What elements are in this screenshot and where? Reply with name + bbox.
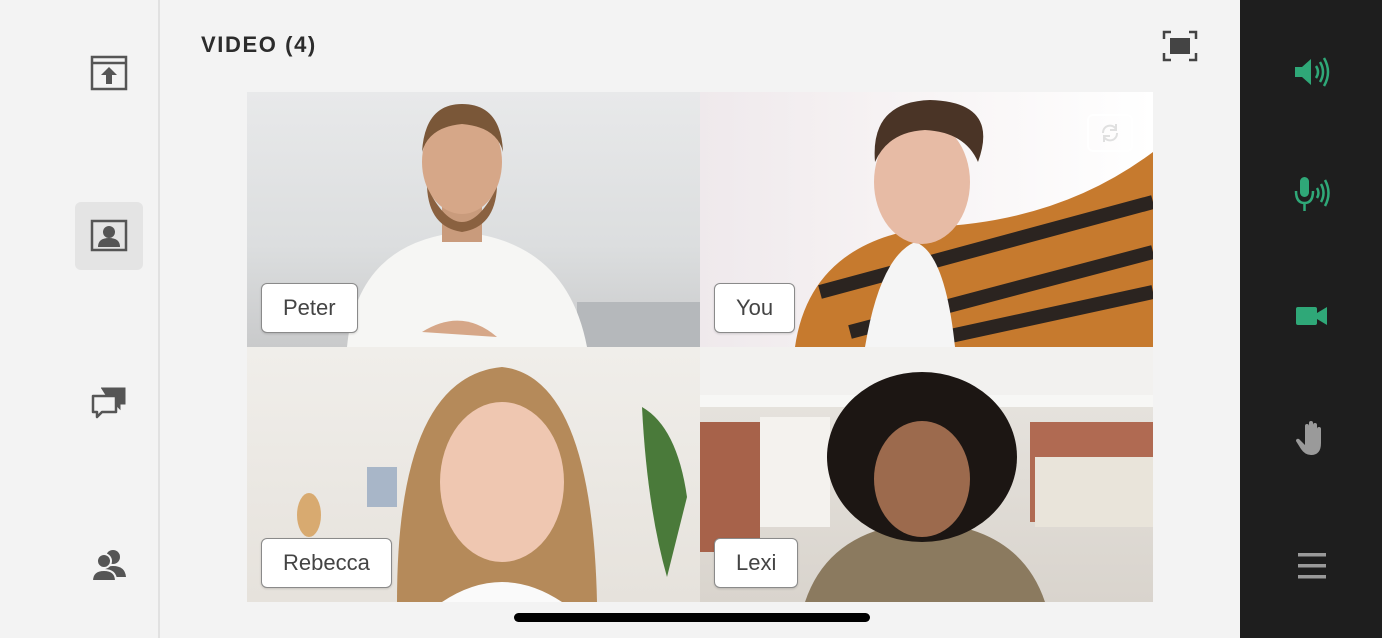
home-indicator [514,613,870,622]
menu-button[interactable] [1284,538,1340,594]
share-upload-icon [90,55,128,91]
video-person-icon [90,219,128,252]
video-view-button[interactable] [75,202,143,270]
camera-icon [1296,307,1327,325]
video-tile-lexi[interactable]: Lexi [700,347,1153,602]
menu-icon [1298,553,1326,579]
page-title: VIDEO (4) [201,32,317,57]
switch-camera-button[interactable] [1087,114,1133,152]
fullscreen-icon [1162,30,1198,62]
video-tile-rebecca[interactable]: Rebecca [247,347,700,602]
attendees-button[interactable] [75,531,143,599]
participant-name-tag: Rebecca [261,538,392,588]
chat-icon [91,387,126,419]
camera-button[interactable] [1284,288,1340,344]
speaker-button[interactable] [1284,44,1340,100]
control-bar [1240,0,1382,638]
participant-name-tag: You [714,283,796,333]
microphone-button[interactable] [1284,166,1340,222]
chat-button[interactable] [75,368,143,436]
switch-camera-icon [1102,124,1118,142]
participant-name-tag: Lexi [714,538,799,588]
participant-name-tag: Peter [261,283,358,333]
video-tile-peter[interactable]: Peter [247,92,700,347]
fullscreen-button[interactable] [1160,27,1200,65]
microphone-icon [1294,177,1330,211]
left-sidebar [0,0,160,638]
raise-hand-icon [1295,421,1321,455]
speaker-icon [1295,57,1330,87]
attendees-icon [90,550,126,582]
raise-hand-button[interactable] [1284,410,1340,466]
video-grid: Peter You Rebecca Lexi [247,92,1153,602]
share-button[interactable] [75,39,143,107]
video-tile-you[interactable]: You [700,92,1153,347]
